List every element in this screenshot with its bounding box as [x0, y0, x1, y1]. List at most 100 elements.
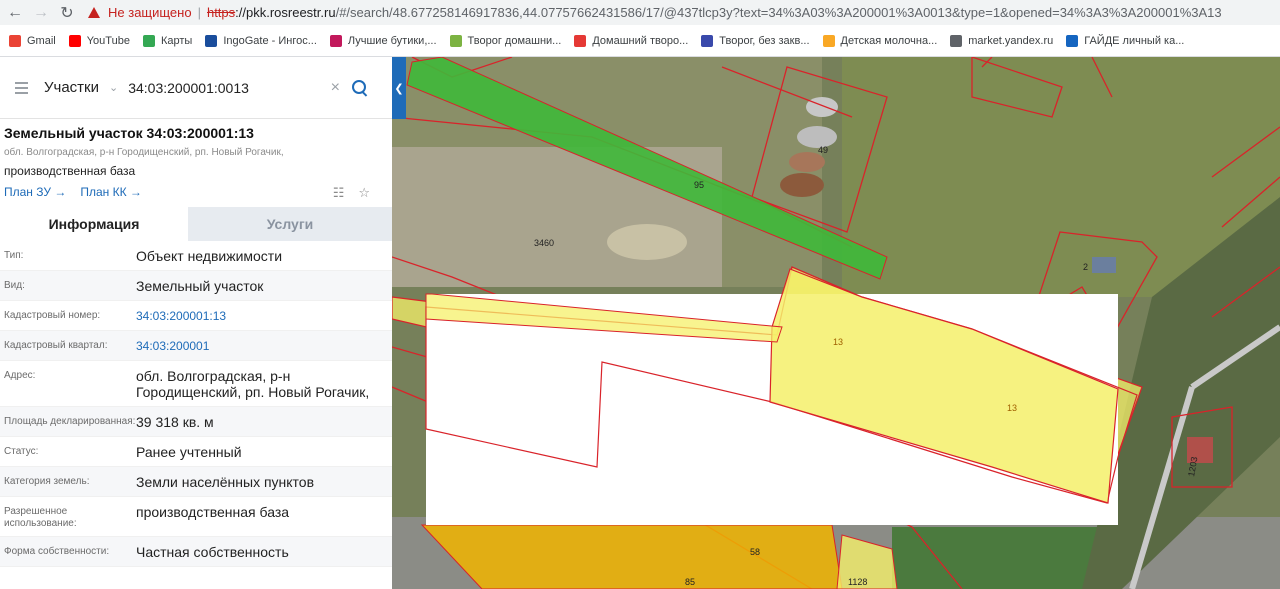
bookmark-item[interactable]: Творог, без закв... — [701, 34, 810, 47]
building — [780, 173, 824, 197]
chevron-down-icon[interactable]: ⌄ — [109, 81, 118, 94]
detail-label: Разрешенное использование: — [4, 506, 77, 529]
zoom-to-icon[interactable]: ☷ — [333, 185, 345, 201]
search-type-select[interactable]: Участки — [44, 79, 99, 96]
building — [789, 152, 825, 172]
label-2: 2 — [1083, 262, 1088, 272]
detail-link[interactable]: 34:03:200001:13 — [136, 308, 392, 324]
parcel-title: Земельный участок 34:03:200001:13 — [4, 125, 254, 141]
bookmark-favicon-icon — [1066, 34, 1079, 47]
bookmark-favicon-icon — [822, 34, 835, 47]
bookmark-favicon-icon — [329, 34, 342, 47]
detail-row: Кадастровый квартал: 34:03:200001 — [0, 331, 392, 361]
label-95: 95 — [694, 180, 704, 190]
bookmark-label: Карты — [160, 34, 193, 47]
detail-label: Статус: — [4, 446, 39, 457]
label-13-b: 13 — [1007, 403, 1017, 413]
bookmark-item[interactable]: market.yandex.ru — [950, 34, 1053, 47]
url-separator: | — [197, 5, 201, 20]
bookmark-label: IngoGate - Ингос... — [223, 34, 317, 47]
detail-label: Форма собственности: — [4, 546, 110, 557]
bookmark-item[interactable]: Карты — [142, 34, 193, 47]
tab-info[interactable]: Информация — [0, 207, 188, 241]
search-icon[interactable] — [352, 79, 368, 96]
detail-label: Адрес: — [4, 370, 36, 381]
bookmark-label: Детская молочна... — [840, 34, 938, 47]
panel-actions: ☷ ☆ — [333, 185, 370, 201]
label-13-a: 13 — [833, 337, 843, 347]
bookmark-item[interactable]: ГАЙДЕ личный ка... — [1066, 34, 1184, 47]
plan-kk-link[interactable]: План КК → — [80, 185, 142, 199]
label-85: 85 — [685, 577, 695, 587]
bookmark-label: Домашний творо... — [592, 34, 689, 47]
bookmark-item[interactable]: YouTube — [68, 34, 130, 47]
bookmark-favicon-icon — [205, 34, 218, 47]
map-view[interactable]: 95 49 3460 2 13 13 58 85 1128 1203 — [392, 57, 1280, 589]
security-indicator[interactable]: Не защищено — [88, 5, 192, 20]
building — [1092, 257, 1116, 273]
info-panel: Участки ⌄ 34:03:200001:0013 × Земельный … — [0, 57, 392, 589]
bookmark-item[interactable]: Gmail — [9, 34, 56, 47]
bookmark-label: Творог, без закв... — [719, 34, 810, 47]
plan-zu-label: План ЗУ — [4, 185, 51, 199]
detail-label: Площадь декларированная: — [4, 416, 136, 427]
sand-pile — [607, 224, 687, 260]
menu-icon[interactable] — [6, 81, 36, 94]
detail-row: Разрешенное использование: производственн… — [0, 497, 392, 537]
parcel-58[interactable] — [420, 524, 843, 589]
address-bar[interactable]: https://pkk.rosreestr.ru/#/search/48.677… — [207, 5, 1222, 20]
detail-row: Площадь декларированная: 39 318 кв. м — [0, 407, 392, 437]
detail-value: обл. Волгоградская, р-н Городищенский, р… — [136, 368, 370, 400]
bookmark-item[interactable]: Детская молочна... — [822, 34, 938, 47]
panel-tabs: Информация Услуги — [0, 207, 392, 241]
url-host: ://pkk.rosreestr.ru — [235, 5, 336, 20]
detail-link[interactable]: 34:03:200001 — [136, 338, 392, 354]
security-label: Не защищено — [108, 5, 192, 20]
clear-icon[interactable]: × — [331, 79, 340, 97]
detail-label: Кадастровый номер: — [4, 310, 101, 321]
search-bar: Участки ⌄ 34:03:200001:0013 × — [0, 57, 392, 119]
details-table: Тип: Объект недвижимости Вид: Земельный уча… — [0, 241, 392, 567]
bookmark-favicon-icon — [9, 34, 21, 47]
bookmark-favicon-icon — [574, 34, 587, 47]
bookmark-item[interactable]: Лучшие бутики,... — [329, 34, 437, 47]
bookmark-item[interactable]: IngoGate - Ингос... — [205, 34, 317, 47]
chevron-left-icon: ❮ — [394, 82, 404, 95]
collapse-panel-button[interactable]: ❮ — [392, 57, 406, 119]
favorite-star-icon[interactable]: ☆ — [358, 185, 370, 201]
search-input[interactable]: 34:03:200001:0013 — [128, 80, 330, 96]
detail-label: Кадастровый квартал: — [4, 340, 108, 351]
plan-kk-label: План КК — [80, 185, 127, 199]
warning-icon — [88, 7, 100, 18]
bookmark-item[interactable]: Домашний творо... — [574, 34, 689, 47]
bookmark-item[interactable]: Творог домашни... — [449, 34, 561, 47]
detail-row: Адрес: обл. Волгоградская, р-н Городищенс… — [0, 361, 392, 407]
bookmark-favicon-icon — [68, 34, 81, 47]
forward-icon[interactable]: → — [30, 2, 52, 24]
green-field — [892, 527, 1112, 589]
plan-zu-link[interactable]: План ЗУ → — [4, 185, 66, 199]
building — [797, 126, 837, 148]
back-icon[interactable]: ← — [4, 2, 26, 24]
detail-value: Земельный участок — [136, 278, 264, 294]
bookmark-favicon-icon — [449, 34, 462, 47]
url-path: /#/search/48.677258146917836,44.07757662… — [335, 5, 1222, 20]
tab-services[interactable]: Услуги — [188, 207, 392, 241]
detail-value: Земли населённых пунктов — [136, 474, 315, 490]
detail-label: Вид: — [4, 280, 25, 291]
url-scheme: https — [206, 5, 236, 20]
detail-row: Кадастровый номер: 34:03:200001:13 — [0, 301, 392, 331]
bookmark-favicon-icon — [701, 34, 714, 47]
bookmark-label: YouTube — [86, 34, 130, 47]
label-58: 58 — [750, 547, 760, 557]
detail-row: Статус: Ранее учтенный — [0, 437, 392, 467]
detail-value: производственная база — [136, 504, 290, 520]
detail-value: Ранее учтенный — [136, 444, 242, 460]
detail-label: Категория земель: — [4, 476, 90, 487]
label-1128: 1128 — [848, 577, 867, 587]
bookmark-label: Лучшие бутики,... — [347, 34, 437, 47]
reload-icon[interactable]: ↻ — [56, 2, 78, 24]
detail-row: Тип: Объект недвижимости — [0, 241, 392, 271]
bookmark-favicon-icon — [950, 34, 963, 47]
label-3460: 3460 — [534, 238, 554, 248]
